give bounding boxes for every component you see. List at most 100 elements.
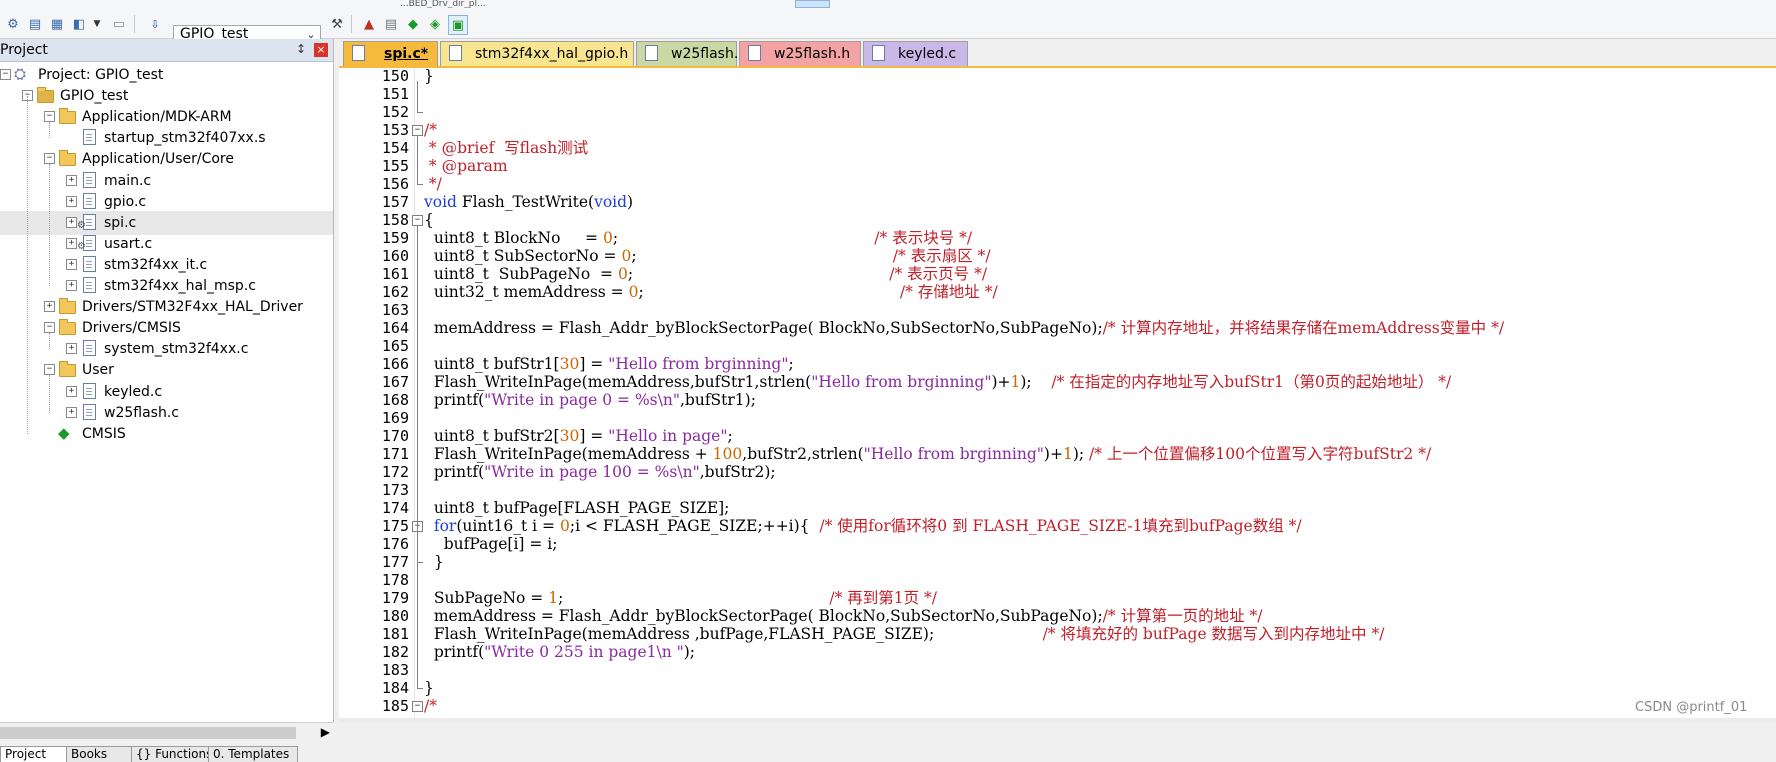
code-line[interactable]: } (424, 68, 434, 85)
code-line[interactable]: uint8_t bufPage[FLASH_PAGE_SIZE]; (424, 499, 730, 517)
code-line[interactable]: uint8_t SubPageNo = 0; /* 表示页号 */ (424, 265, 987, 283)
scroll-right-arrow-icon[interactable]: ▶ (321, 725, 330, 739)
line-number: 173 (381, 481, 409, 499)
expand-icon[interactable]: + (66, 385, 77, 397)
code-line[interactable]: uint8_t bufStr1[30] = "Hello from brginn… (424, 355, 794, 373)
tree-item-label: Drivers/CMSIS (82, 320, 181, 337)
code-line[interactable]: * @brief 写flash测试 (424, 139, 588, 157)
select-packs-icon[interactable]: ◆ (404, 15, 422, 33)
code-line[interactable]: } (424, 553, 444, 571)
line-number: 181 (381, 625, 409, 643)
line-number: 184 (381, 679, 409, 697)
code-line[interactable]: memAddress = Flash_Addr_byBlockSectorPag… (424, 607, 1263, 625)
code-line[interactable]: for(uint16_t i = 0;i < FLASH_PAGE_SIZE;+… (424, 517, 1302, 535)
download-load-icon[interactable]: ⇩ (146, 15, 164, 33)
expand-icon[interactable]: + (66, 280, 77, 291)
code-line[interactable]: /* (424, 697, 437, 715)
run-time-environment-icon[interactable]: ◈ (426, 15, 444, 33)
code-line[interactable]: memAddress = Flash_Addr_byBlockSectorPag… (424, 319, 1504, 337)
expand-icon[interactable]: + (44, 301, 55, 313)
stack-dropdown-icon[interactable]: ▼ (88, 15, 106, 33)
expand-icon[interactable]: + (66, 406, 77, 418)
code-editor[interactable]: 150 151 152 153 154 155 156 157 158 159 160 161 162 1… (339, 68, 1776, 722)
tree-item[interactable]: ◆ CMSIS (0, 422, 333, 446)
code-line[interactable]: Flash_WriteInPage(memAddress,bufStr1,str… (424, 373, 1451, 391)
line-number: 163 (381, 301, 409, 319)
expand-icon[interactable]: + (66, 216, 77, 228)
tree-guide-line (49, 122, 50, 139)
collapse-icon[interactable]: − (44, 153, 55, 165)
code-line[interactable]: uint8_t SubSectorNo = 0; /* 表示扇区 */ (424, 247, 991, 265)
code-line[interactable]: uint32_t memAddress = 0; /* 存储地址 */ (424, 283, 998, 301)
file-tab-label: stm32f4xx_hal_gpio.h (475, 46, 629, 62)
file-extensions-icon[interactable]: ▤ (382, 15, 400, 33)
project-panel-header: Project ↕ × (0, 39, 333, 62)
tree-item-label: stm32f4xx_it.c (104, 256, 208, 273)
stack-icon[interactable]: ◧ (70, 15, 88, 33)
panel-tab[interactable]: {} Functions (131, 746, 215, 762)
panel-tab[interactable]: Project (0, 746, 72, 762)
file-tab[interactable]: spi.c* (343, 41, 438, 66)
code-line[interactable]: } (424, 679, 434, 697)
batch-build-icon[interactable]: ⚙ (4, 15, 22, 33)
line-number: 176 (381, 535, 409, 553)
code-line[interactable]: Flash_WriteInPage(memAddress + 100,bufSt… (424, 445, 1431, 463)
options-for-target-icon[interactable]: ⚒ (328, 15, 346, 33)
line-number: 179 (381, 589, 409, 607)
panel-tabs: Project Books{} Functions 0. Templates (0, 744, 333, 762)
folder-icon (58, 360, 76, 378)
editor-horizontal-scrollbar[interactable] (339, 718, 1776, 722)
code-line[interactable]: */ (424, 175, 442, 193)
expand-icon[interactable]: + (66, 258, 77, 270)
expand-icon[interactable]: + (66, 195, 77, 207)
build-icon[interactable]: ▤ (26, 15, 44, 33)
code-line[interactable]: { (424, 211, 434, 229)
collapse-icon[interactable]: − (0, 69, 11, 80)
fold-guide-line (417, 135, 418, 184)
folder-icon (58, 107, 76, 125)
tree-item-label: User (82, 362, 114, 379)
code-line[interactable]: Flash_WriteInPage(memAddress ,bufPage,FL… (424, 625, 1385, 643)
code-line[interactable]: SubPageNo = 1; /* 再到第1页 */ (424, 589, 937, 607)
horizontal-scrollbar[interactable]: ▶ (0, 722, 333, 743)
collapse-icon[interactable]: − (44, 111, 55, 123)
scrollbar-thumb[interactable] (0, 727, 296, 739)
close-icon[interactable]: × (314, 43, 328, 57)
file-icon (80, 192, 98, 210)
menu-strip-text: ...BED_Drv_dir_pl... (400, 0, 486, 8)
code-line[interactable]: printf("Write in page 0 = %s\n",bufStr1)… (424, 391, 756, 409)
pin-icon[interactable]: ↕ (296, 42, 306, 56)
stop-build-icon[interactable]: ▭ (110, 15, 128, 33)
file-tab-label: spi.c* (384, 46, 429, 62)
project-icon: ⛭ (14, 65, 27, 83)
manage-project-items-icon[interactable]: ▲ (360, 15, 378, 33)
line-number: 164 (381, 319, 409, 337)
file-tab[interactable]: w25flash.h (739, 41, 861, 66)
code-line[interactable]: uint8_t bufStr2[30] = "Hello in page"; (424, 427, 733, 445)
pack-installer-icon[interactable]: ▣ (448, 15, 468, 35)
code-line[interactable]: uint8_t BlockNo = 0; /* 表示块号 */ (424, 229, 972, 247)
collapse-icon[interactable]: − (44, 322, 55, 334)
code-line[interactable]: bufPage[i] = i; (424, 535, 558, 553)
code-line[interactable]: /* (424, 121, 437, 139)
expand-icon[interactable]: + (66, 237, 77, 249)
file-tab[interactable]: stm32f4xx_hal_gpio.h (440, 41, 634, 66)
panel-tab[interactable]: Books (66, 746, 138, 762)
expand-icon[interactable]: + (66, 343, 77, 355)
file-tab[interactable]: w25flash.c (636, 41, 746, 66)
fold-end-marker (417, 688, 423, 689)
tree-item-label: w25flash.c (104, 404, 179, 421)
code-line[interactable]: * @param (424, 157, 508, 175)
line-number: 171 (381, 445, 409, 463)
rebuild-icon[interactable]: ▦ (48, 15, 66, 33)
line-number: 170 (381, 427, 409, 445)
code-line[interactable]: printf("Write in page 100 = %s\n",bufStr… (424, 463, 776, 481)
fold-collapse-icon[interactable]: − (412, 701, 423, 712)
file-tab[interactable]: keyled.c (863, 41, 968, 66)
expand-icon[interactable]: + (66, 174, 77, 186)
code-line[interactable]: void Flash_TestWrite(void) (424, 193, 633, 211)
file-icon (80, 382, 98, 400)
collapse-icon[interactable]: − (44, 364, 55, 376)
code-line[interactable]: printf("Write 0 255 in page1\n "); (424, 643, 695, 661)
panel-tab[interactable]: 0. Templates (208, 746, 298, 762)
